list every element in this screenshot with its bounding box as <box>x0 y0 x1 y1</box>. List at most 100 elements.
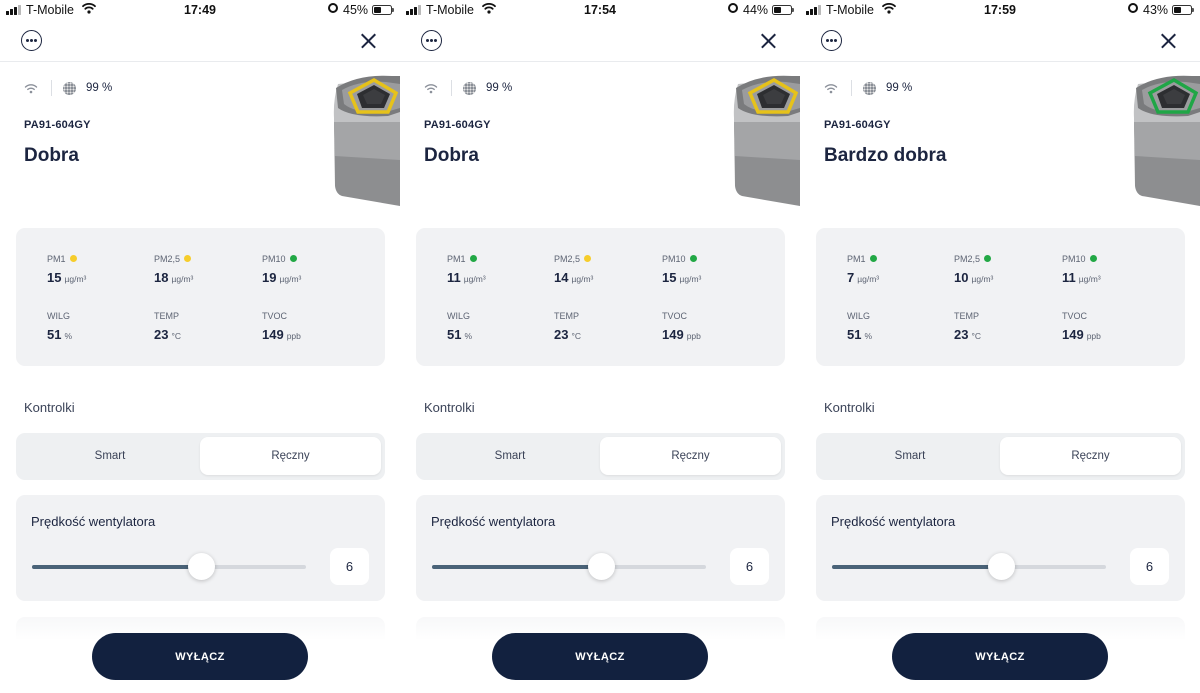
reading-label: TVOC <box>662 310 688 321</box>
reading-label: PM10 <box>262 253 286 264</box>
more-options-button[interactable] <box>421 30 442 51</box>
power-off-button[interactable]: WYŁĄCZ <box>492 633 708 680</box>
status-dot-icon <box>289 255 297 262</box>
filter-icon <box>63 82 76 95</box>
reading-pm10: PM10 19 µg/m³ <box>262 253 301 287</box>
status-bar: T-Mobile 17:49 45% <box>0 0 400 22</box>
reading-unit: µg/m³ <box>171 274 194 284</box>
fan-speed-card: Prędkość wentylatora 6 <box>16 495 385 601</box>
close-button[interactable] <box>361 33 376 48</box>
reading-unit: % <box>64 331 73 341</box>
reading-pm10: PM10 11 µg/m³ <box>1062 253 1101 287</box>
close-button[interactable] <box>761 33 776 48</box>
status-dot-icon <box>984 255 992 262</box>
reading-value: 51 <box>847 327 862 342</box>
device-model: PA91-604GY <box>24 119 91 131</box>
reading-label: PM2,5 <box>154 253 181 264</box>
reading-temperature: TEMP 23 °C <box>954 310 981 344</box>
fan-speed-slider-thumb[interactable] <box>588 553 616 580</box>
reading-value: 51 <box>447 327 462 342</box>
controls-heading: Kontrolki <box>424 400 475 415</box>
status-time: 17:54 <box>584 3 616 17</box>
fan-speed-slider-thumb[interactable] <box>188 553 216 580</box>
reading-label: WILG <box>847 310 871 321</box>
reading-humidity: WILG 51% <box>447 310 472 344</box>
fan-speed-value: 6 <box>1130 548 1169 585</box>
battery-level <box>374 7 382 13</box>
status-dot-icon <box>869 255 877 262</box>
fan-speed-slider-thumb[interactable] <box>988 553 1016 580</box>
fan-speed-card: Prędkość wentylatora 6 <box>816 495 1185 601</box>
mode-manual-tab[interactable]: Ręczny <box>1000 437 1181 475</box>
more-options-button[interactable] <box>21 30 42 51</box>
reading-unit: ppb <box>286 331 301 341</box>
controls-heading: Kontrolki <box>24 400 75 415</box>
app-screen: T-Mobile 17:59 43% 99 % PA91-604GY Bardz… <box>800 0 1200 693</box>
reading-pm25: PM2,5 10 µg/m³ <box>954 253 993 287</box>
filter-life: 99 % <box>886 82 913 94</box>
reading-unit: ppb <box>1086 331 1101 341</box>
reading-tvoc: TVOC 149 ppb <box>1062 310 1101 344</box>
status-dot-icon <box>689 255 697 262</box>
close-button[interactable] <box>1161 33 1176 48</box>
mode-manual-tab[interactable]: Ręczny <box>600 437 781 475</box>
reading-value: 23 <box>554 327 569 342</box>
filter-icon <box>863 82 876 95</box>
reading-unit: µg/m³ <box>571 274 594 284</box>
reading-pm10: PM10 15 µg/m³ <box>662 253 701 287</box>
reading-label: TEMP <box>554 310 580 321</box>
mode-smart-tab[interactable]: Smart <box>20 437 200 475</box>
reading-unit: °C <box>171 331 182 341</box>
reading-unit: µg/m³ <box>679 274 702 284</box>
divider <box>851 80 852 96</box>
reading-humidity: WILG 51% <box>47 310 72 344</box>
fan-speed-slider-fill <box>832 565 1002 569</box>
air-quality-status: Bardzo dobra <box>824 145 947 166</box>
fan-speed-value: 6 <box>330 548 369 585</box>
reading-unit: µg/m³ <box>857 274 880 284</box>
battery-icon <box>1172 5 1194 15</box>
fan-speed-slider-fill <box>32 565 202 569</box>
reading-unit: µg/m³ <box>463 274 486 284</box>
screens-row: T-Mobile 17:49 45% 99 % PA91-604GY Dobra <box>0 0 1200 693</box>
device-model: PA91-604GY <box>824 119 891 131</box>
mode-manual-tab[interactable]: Ręczny <box>200 437 381 475</box>
reading-label: WILG <box>447 310 471 321</box>
reading-unit: µg/m³ <box>64 274 87 284</box>
reading-value: 51 <box>47 327 62 342</box>
sensor-readings-card: PM1 15 µg/m³ PM2,5 18 µg/m³ PM10 19 µg/m³ W… <box>16 228 385 366</box>
power-off-button[interactable]: WYŁĄCZ <box>92 633 308 680</box>
battery-percent: 45% <box>343 3 369 17</box>
mode-smart-tab[interactable]: Smart <box>820 437 1000 475</box>
more-options-button[interactable] <box>821 30 842 51</box>
reading-label: PM2,5 <box>954 253 981 264</box>
reading-unit: µg/m³ <box>971 274 994 284</box>
device-model: PA91-604GY <box>424 119 491 131</box>
reading-unit: µg/m³ <box>279 274 302 284</box>
reading-humidity: WILG 51% <box>847 310 872 344</box>
reading-tvoc: TVOC 149 ppb <box>662 310 701 344</box>
status-dot-icon <box>469 255 477 262</box>
status-time: 17:49 <box>184 3 216 17</box>
reading-tvoc: TVOC 149 ppb <box>262 310 301 344</box>
reading-pm1: PM1 15 µg/m³ <box>47 253 86 287</box>
filter-life: 99 % <box>486 82 513 94</box>
fan-speed-card: Prędkość wentylatora 6 <box>416 495 785 601</box>
reading-value: 10 <box>954 270 969 285</box>
reading-label: TEMP <box>954 310 980 321</box>
power-off-button[interactable]: WYŁĄCZ <box>892 633 1108 680</box>
battery-level <box>1174 7 1181 13</box>
alarm-icon <box>1128 3 1138 13</box>
sensor-readings-card: PM1 11 µg/m³ PM2,5 14 µg/m³ PM10 15 µg/m³ W… <box>416 228 785 366</box>
fan-speed-label: Prędkość wentylatora <box>831 514 956 529</box>
mode-smart-tab[interactable]: Smart <box>420 437 600 475</box>
filter-life: 99 % <box>86 82 113 94</box>
status-dot-icon <box>184 255 192 262</box>
reading-label: TVOC <box>262 310 288 321</box>
reading-unit: % <box>864 331 873 341</box>
reading-value: 15 <box>47 270 62 285</box>
header-divider <box>400 61 800 62</box>
reading-label: PM10 <box>1062 253 1086 264</box>
status-dot-icon <box>1089 255 1097 262</box>
reading-value: 14 <box>554 270 569 285</box>
